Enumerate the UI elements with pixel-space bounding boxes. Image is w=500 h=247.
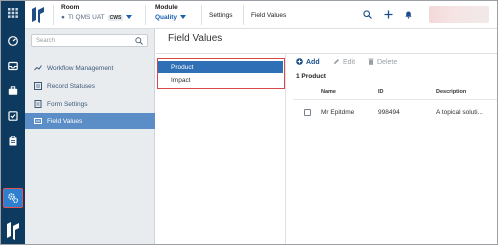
room-selector[interactable]: Room ● TI QMS UAT CWS — [61, 4, 133, 21]
app-window: Room ● TI QMS UAT CWS Module Quality Set… — [0, 0, 498, 245]
room-label: Room — [61, 4, 80, 11]
clipboard-icon[interactable] — [6, 134, 20, 148]
room-value: TI QMS UAT — [67, 14, 105, 21]
sidebar-item-workflow-management[interactable]: Workflow Management — [25, 60, 155, 76]
briefcase-icon[interactable] — [6, 84, 20, 98]
brand-logo-icon — [5, 222, 21, 240]
search-icon[interactable] — [362, 9, 373, 20]
column-header-description[interactable]: Description — [436, 89, 466, 95]
field-item-impact[interactable]: Impact — [158, 74, 283, 86]
search-placeholder: Search — [36, 38, 56, 44]
sidebar-item-label: Record Statuses — [47, 82, 96, 90]
search-icon — [135, 37, 143, 47]
page-title: Field Values — [168, 33, 223, 44]
bell-icon[interactable] — [403, 9, 414, 20]
edit-button[interactable]: Edit — [333, 58, 355, 67]
sidebar-item-form-settings[interactable]: Form Settings — [25, 96, 155, 112]
divider — [53, 5, 54, 25]
sidebar-item-record-statuses[interactable]: Record Statuses — [25, 78, 155, 94]
sidebar-item-label: Form Settings — [47, 100, 88, 108]
plus-circle-icon — [296, 58, 303, 67]
main-content: Field Values Product Impact Add Edit Del… — [156, 29, 497, 244]
field-item-product[interactable]: Product — [158, 61, 283, 73]
sidebar-item-label: Workflow Management — [47, 64, 114, 72]
chevron-down-icon — [126, 14, 133, 21]
table-cell-description: A topical soluti... — [436, 109, 483, 116]
module-value: Quality — [155, 14, 178, 21]
trash-icon — [368, 58, 374, 67]
menu-icon[interactable] — [6, 6, 20, 20]
row-checkbox[interactable] — [304, 109, 311, 116]
dashboard-icon[interactable] — [6, 34, 20, 48]
breadcrumb-field-values: Field Values — [251, 12, 287, 19]
sidebar-item-field-values[interactable]: Field Values — [25, 113, 155, 129]
edit-label: Edit — [343, 59, 356, 66]
room-pin-icon: ● — [61, 14, 65, 21]
divider — [243, 5, 244, 25]
record-count: 1 Product — [296, 73, 326, 80]
user-profile-area[interactable] — [429, 6, 489, 23]
field-list-highlight: Product Impact — [157, 58, 285, 89]
form-icon — [33, 100, 42, 109]
statuses-icon — [33, 82, 42, 91]
divider — [145, 5, 146, 25]
table-header-divider — [293, 99, 497, 100]
field-list: Product Impact — [156, 54, 286, 244]
inbox-icon[interactable] — [6, 59, 20, 73]
add-icon[interactable] — [383, 9, 394, 20]
field-values-icon — [33, 117, 42, 126]
add-button[interactable]: Add — [296, 58, 320, 67]
workflow-icon — [33, 64, 42, 73]
column-header-id[interactable]: ID — [378, 89, 384, 95]
pencil-icon — [333, 58, 340, 67]
table-cell-id: 998494 — [378, 109, 400, 116]
app-logo-icon[interactable] — [31, 6, 45, 24]
module-selector[interactable]: Module Quality — [155, 4, 187, 21]
settings-sidebar: Search Workflow Management Record Status… — [25, 29, 155, 244]
chevron-down-icon — [180, 14, 187, 21]
left-rail — [1, 1, 25, 244]
top-bar: Room ● TI QMS UAT CWS Module Quality Set… — [25, 1, 497, 29]
divider — [201, 5, 202, 25]
delete-label: Delete — [377, 59, 398, 66]
module-label: Module — [155, 4, 178, 11]
sidebar-item-label: Field Values — [47, 117, 83, 125]
search-input[interactable]: Search — [31, 34, 148, 47]
table-cell-name[interactable]: Mr Epitdme — [321, 109, 354, 116]
delete-button[interactable]: Delete — [368, 58, 397, 67]
add-label: Add — [306, 59, 320, 66]
breadcrumb-settings[interactable]: Settings — [209, 12, 233, 19]
settings-gears-icon[interactable] — [3, 188, 23, 208]
room-badge: CWS — [107, 14, 124, 21]
checklist-icon[interactable] — [6, 109, 20, 123]
column-header-name[interactable]: Name — [321, 89, 336, 95]
